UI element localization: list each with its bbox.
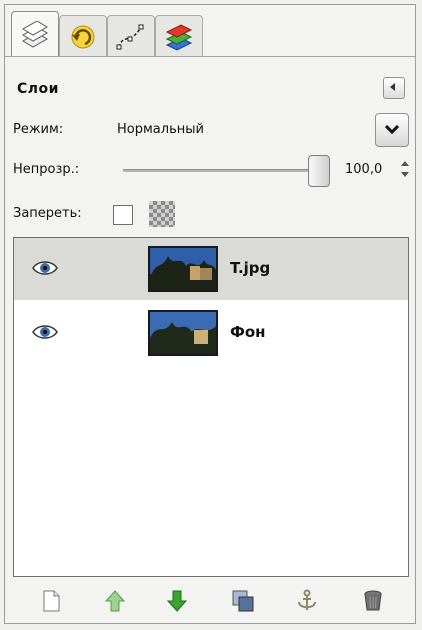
- chevron-down-icon: [385, 125, 399, 135]
- layer-thumbnail: [148, 246, 218, 292]
- raise-layer-icon[interactable]: [103, 589, 127, 613]
- new-layer-icon[interactable]: [39, 589, 63, 613]
- delete-layer-icon[interactable]: [361, 589, 385, 613]
- tab-undo-history[interactable]: [59, 15, 107, 56]
- mode-dropdown-button[interactable]: [375, 113, 409, 147]
- layers-list[interactable]: T.jpg Фон: [13, 237, 409, 577]
- tab-divider: [5, 56, 415, 57]
- anchor-layer-icon[interactable]: [295, 589, 319, 613]
- layers-dock-panel: Слои Режим: Нормальный Непрозр.: 100,0 З…: [4, 4, 416, 624]
- paths-tab-icon: [116, 24, 144, 50]
- tab-paths[interactable]: [107, 15, 155, 56]
- panel-menu-button[interactable]: [383, 77, 405, 99]
- layers-tab-icon: [22, 21, 48, 48]
- layer-name[interactable]: T.jpg: [230, 259, 270, 277]
- opacity-value-field[interactable]: 100,0: [345, 162, 382, 177]
- mode-select-value[interactable]: Нормальный: [117, 122, 204, 137]
- opacity-spin-icon[interactable]: [399, 158, 411, 180]
- tab-channels[interactable]: [155, 15, 203, 56]
- opacity-label: Непрозр.:: [13, 162, 80, 177]
- lower-layer-icon[interactable]: [165, 589, 189, 613]
- panel-title: Слои: [17, 81, 59, 97]
- duplicate-layer-icon[interactable]: [231, 589, 255, 613]
- opacity-slider-handle[interactable]: [308, 155, 330, 187]
- channels-tab-icon: [165, 24, 193, 51]
- layer-name[interactable]: Фон: [230, 323, 266, 341]
- eye-icon[interactable]: [32, 259, 58, 277]
- lock-label: Запереть:: [13, 206, 82, 221]
- lock-pixels-checkbox[interactable]: [113, 205, 133, 225]
- undo-history-tab-icon: [71, 25, 95, 49]
- layer-row[interactable]: Фон: [14, 302, 408, 364]
- mode-label: Режим:: [13, 122, 64, 137]
- panel-menu-icon: [390, 83, 395, 91]
- tab-strip: [5, 5, 415, 57]
- layer-row[interactable]: T.jpg: [14, 238, 408, 300]
- tab-layers[interactable]: [11, 11, 59, 57]
- layers-toolbar: [5, 583, 415, 619]
- lock-alpha-icon[interactable]: [149, 201, 175, 227]
- eye-icon[interactable]: [32, 323, 58, 341]
- layer-thumbnail: [148, 310, 218, 356]
- opacity-slider-track[interactable]: [123, 169, 323, 172]
